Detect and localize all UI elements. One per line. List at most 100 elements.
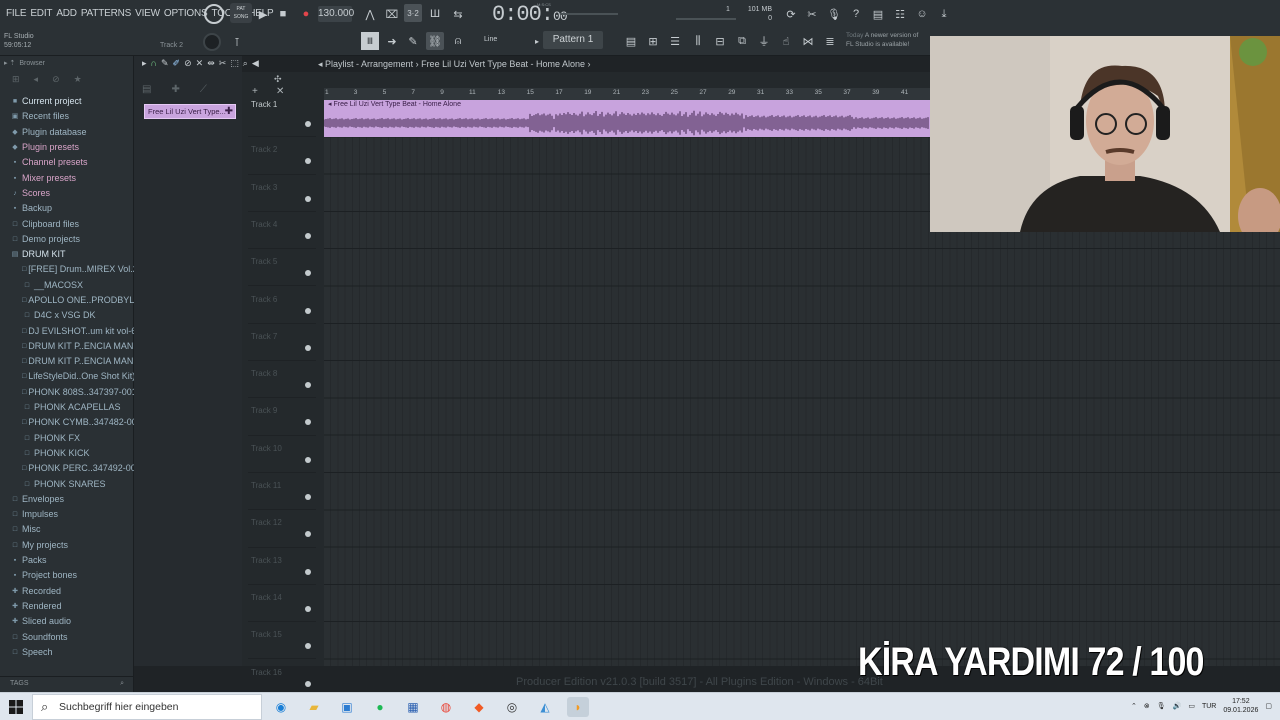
track-header[interactable]: Track 8 (248, 361, 316, 399)
blend-icon[interactable]: Ш (426, 5, 444, 23)
back-icon[interactable]: ◂ (34, 74, 39, 86)
track-mute-toggle[interactable] (305, 456, 311, 463)
browser-item[interactable]: ✚ Recorded (0, 584, 134, 599)
calculator-icon[interactable]: ▦ (402, 697, 424, 717)
browser-item[interactable]: ■ Current project (0, 94, 134, 109)
track-header[interactable]: Track 12 (248, 510, 316, 548)
channel-rack-icon[interactable]: ⊞ (644, 32, 662, 50)
countdown-icon[interactable]: 3·2 (404, 4, 422, 22)
envelope-icon[interactable]: ⋈ (799, 32, 817, 50)
track-header[interactable]: Track 13 (248, 548, 316, 585)
snap-selector[interactable]: Line (472, 32, 528, 48)
menu-view[interactable]: VIEW (133, 6, 162, 21)
menu-file[interactable]: FILE (4, 6, 28, 21)
wait-icon[interactable]: ⌧ (383, 5, 401, 23)
browser-item[interactable]: □ PHONK SNARES (0, 476, 134, 491)
track-header[interactable]: Track 10 (248, 436, 316, 473)
play-icon[interactable]: ▶ (254, 5, 272, 23)
resize-icon[interactable]: ✣ (274, 74, 282, 85)
browser-item[interactable]: □ PHONK KICK (0, 446, 134, 461)
pattern-selector[interactable]: Pattern 1 (543, 31, 603, 49)
track-header[interactable]: Track 14 (248, 585, 316, 623)
update-notice[interactable]: Today A newer version of FL Studio is av… (846, 31, 918, 49)
chrome-icon[interactable]: ◍ (435, 697, 457, 717)
track-header[interactable]: Track 6 (248, 287, 316, 324)
track-mute-toggle[interactable] (305, 382, 311, 389)
browser-item[interactable]: □ __MACOSX (0, 278, 134, 293)
windows-start-icon[interactable] (8, 699, 24, 715)
taskbar-search-input[interactable]: ⌕ Suchbegriff hier eingeben (32, 694, 262, 720)
browser-item[interactable]: ▣ Recent files (0, 109, 134, 124)
plugin-picker-icon[interactable]: ⧉ (733, 32, 751, 50)
browser-item[interactable]: □ APOLLO ONE..PRODBYLJS (0, 293, 134, 308)
pencil-icon[interactable]: ✎ (404, 32, 422, 50)
add-track-icon[interactable]: + (252, 86, 258, 97)
track-mute-toggle[interactable] (305, 121, 311, 127)
slice-icon[interactable]: ✂ (219, 58, 227, 69)
breadcrumb-back-icon[interactable]: ◂ (318, 59, 325, 69)
pitch-icon[interactable]: ⊺ (228, 33, 246, 51)
browser-item[interactable]: □ PHONK ACAPELLAS (0, 400, 134, 415)
track-header[interactable]: Track 9 (248, 398, 316, 436)
master-pitch-slider[interactable] (560, 13, 618, 15)
browser-item[interactable]: □ DRUM KIT P..ENCIA MANE (0, 354, 134, 369)
browser-item[interactable]: ♪ Scores (0, 186, 134, 201)
battery-icon[interactable]: ▭ (1188, 702, 1195, 710)
piano-icon[interactable]: ☰ (666, 32, 684, 50)
browser-item[interactable]: □ D4C x VSG DK (0, 308, 134, 323)
arrow-right-icon[interactable]: ➜ (383, 32, 401, 50)
track-header[interactable]: Track 11 (248, 473, 316, 511)
browser-item[interactable]: ▪ Backup (0, 201, 134, 216)
zoom-icon[interactable]: ⌕ (243, 58, 248, 69)
audio-clip[interactable]: ◂ Free Lil Uzi Vert Type Beat - Home Alo… (324, 100, 930, 137)
browser-item[interactable]: □ DJ EVILSHOT..um kit vol-6 (0, 323, 134, 338)
clock[interactable]: 17:52 09.01.2026 (1223, 697, 1258, 715)
mixer-faders-icon[interactable]: ⫼ (689, 32, 707, 50)
media-app-icon[interactable]: ◎ (501, 697, 523, 717)
menu-edit[interactable]: EDIT (28, 6, 54, 21)
stop-icon[interactable]: ■ (274, 5, 292, 23)
track-header[interactable]: Track 1 (248, 100, 316, 138)
browser-item[interactable]: □ Clipboard files (0, 216, 134, 231)
close-icon[interactable]: ✕ (276, 86, 284, 97)
volume-icon[interactable]: 🔊 (1173, 702, 1182, 710)
scissors-icon[interactable]: ✂ (803, 5, 821, 23)
language-indicator[interactable]: TUR (1202, 703, 1216, 710)
star-icon[interactable]: ★ (74, 74, 82, 86)
search-icon[interactable]: ⌕ (120, 680, 124, 689)
browser-item[interactable]: ▤ DRUM KIT (0, 247, 134, 262)
magnet-icon[interactable]: ∩ (151, 58, 157, 69)
browser-icon[interactable]: ⊟ (711, 32, 729, 50)
track-mute-toggle[interactable] (305, 158, 311, 165)
browser-item[interactable]: □ Speech (0, 645, 134, 660)
track-mute-toggle[interactable] (305, 344, 311, 351)
browser-item[interactable]: □ Envelopes (0, 492, 134, 507)
file-explorer-icon[interactable]: ▰ (303, 697, 325, 717)
fl-studio-taskbar-icon[interactable]: ◗ (567, 697, 589, 717)
browser-item[interactable]: □ PHONK CYMB..347482-001 (0, 415, 134, 430)
browser-item[interactable]: ▪ Packs (0, 553, 134, 568)
link-icon[interactable]: ⛓ (426, 32, 444, 50)
microphone-icon[interactable]: 🎙 (825, 5, 843, 23)
browser-item[interactable]: □ [FREE] Drum..MIREX Vol.2 (0, 262, 134, 277)
picker-line-icon[interactable]: ⟋ (200, 84, 207, 95)
browser-item[interactable]: □ DRUM KIT P..ENCIA MANE (0, 339, 134, 354)
track-mute-toggle[interactable] (305, 568, 311, 575)
track-header[interactable]: Track 5 (248, 249, 316, 287)
pat-song-toggle[interactable]: PAT SONG (230, 3, 252, 23)
teams-icon[interactable]: ◭ (534, 697, 556, 717)
browser-item[interactable]: □ LifeStyleDid..One Shot Kit) (0, 369, 134, 384)
track-mute-toggle[interactable] (305, 605, 311, 612)
save-icon[interactable]: ▤ (869, 5, 887, 23)
clip-source-item[interactable]: Free Lil Uzi Vert Type... ✚ (144, 104, 236, 119)
brave-icon[interactable]: ◆ (468, 697, 490, 717)
track-mute-toggle[interactable] (305, 643, 311, 650)
collapse-icon[interactable]: ⊞ (12, 74, 20, 86)
select-icon[interactable]: ⬚ (230, 58, 239, 69)
track-mute-toggle[interactable] (305, 307, 311, 314)
script-icon[interactable]: ≣ (821, 32, 839, 50)
stamp-icon[interactable]: ⍝ (449, 32, 467, 50)
browser-item[interactable]: ◆ Plugin presets (0, 140, 134, 155)
track-mute-toggle[interactable] (305, 419, 311, 426)
track-header[interactable]: Track 3 (248, 175, 316, 212)
